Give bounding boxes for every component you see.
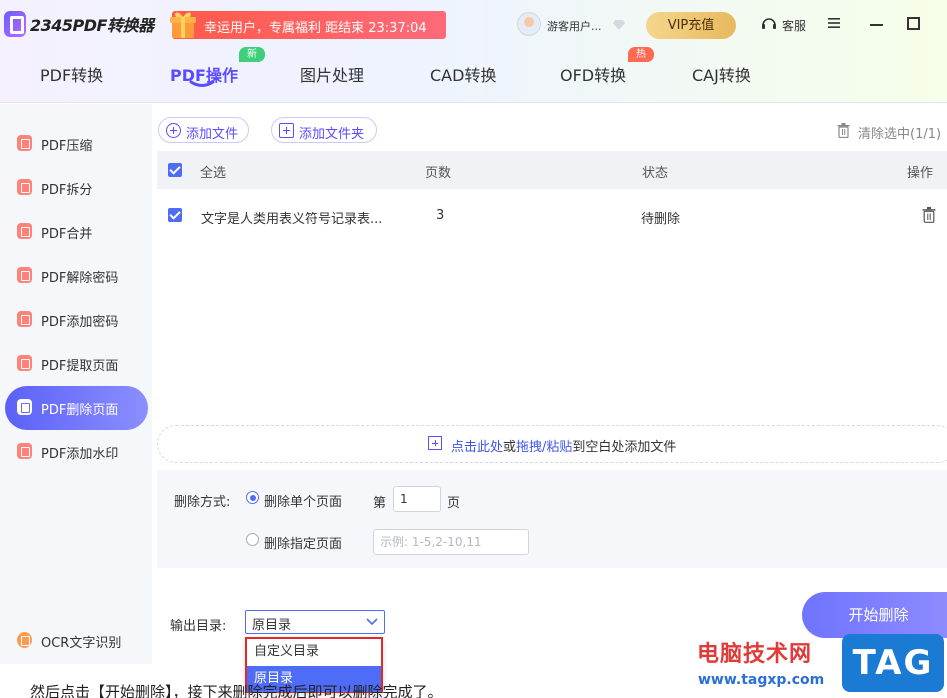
merge-icon	[17, 223, 32, 239]
file-table-header	[157, 151, 947, 189]
drop-zone-or: 或	[503, 440, 517, 455]
tab-cad-convert[interactable]: CAD转换	[430, 62, 496, 86]
start-delete-button[interactable]: 开始删除	[802, 592, 947, 638]
vip-recharge-button[interactable]: VIP充值	[646, 12, 736, 39]
new-badge: 新	[239, 47, 265, 62]
drop-zone-suffix: 到空白处添加文件	[572, 440, 677, 455]
username[interactable]: 游客用户...	[547, 18, 602, 34]
status-column-header: 状态	[642, 166, 669, 181]
specific-pages-label[interactable]: 删除指定页面	[264, 533, 342, 552]
add-folder-button[interactable]: 添加文件夹	[271, 117, 377, 143]
tab-pdf-convert[interactable]: PDF转换	[40, 62, 103, 86]
sidebar-item-label: PDF删除页面	[41, 403, 119, 418]
sidebar-item-ocr[interactable]: OCR文字识别	[5, 619, 148, 663]
select-all-checkbox[interactable]	[168, 163, 182, 177]
plus-circle-icon	[166, 123, 181, 138]
ocr-icon	[17, 632, 32, 648]
sidebar-item-label: PDF添加密码	[41, 315, 119, 330]
plus-square-icon[interactable]	[428, 436, 442, 450]
tab-image-processing[interactable]: 图片处理	[300, 62, 364, 86]
add-folder-label: 添加文件夹	[299, 127, 365, 142]
folder-plus-icon	[279, 123, 294, 138]
hot-badge: 热	[628, 47, 654, 62]
sidebar-item-label: OCR文字识别	[41, 636, 122, 651]
split-icon	[17, 179, 32, 195]
page-suffix-label: 页	[447, 496, 461, 511]
page-range-input[interactable]	[373, 529, 529, 555]
menu-icon[interactable]	[827, 16, 841, 30]
compress-icon	[17, 135, 32, 151]
gift-icon	[170, 12, 196, 38]
sidebar-item-remove-password[interactable]: PDF解除密码	[5, 254, 148, 298]
output-dir-label: 输出目录:	[170, 619, 227, 634]
watermark-url: www.tagxp.com	[698, 672, 825, 688]
sidebar-item-add-watermark[interactable]: PDF添加水印	[5, 430, 148, 474]
minimize-icon[interactable]	[870, 24, 883, 26]
single-page-radio[interactable]	[246, 491, 259, 504]
single-page-label[interactable]: 删除单个页面	[264, 491, 342, 510]
headset-icon[interactable]	[760, 15, 778, 33]
drop-zone-text[interactable]: 点击此处或拖拽/粘贴到空白处添加文件	[451, 436, 676, 455]
sidebar-item-label: PDF提取页面	[41, 359, 119, 374]
delete-options-panel	[157, 470, 947, 568]
tab-caj-convert[interactable]: CAJ转换	[692, 62, 751, 86]
select-all-label[interactable]: 全选	[200, 162, 226, 181]
extract-icon	[17, 355, 32, 371]
service-label[interactable]: 客服	[782, 17, 806, 34]
click-here-link[interactable]: 点击此处	[451, 440, 503, 455]
tab-ofd-convert[interactable]: OFD转换	[560, 62, 626, 86]
tutorial-caption: 然后点击【开始删除】，接下来删除完成后即可以删除完成了。	[30, 683, 443, 698]
sidebar-item-label: PDF压缩	[41, 139, 93, 154]
trash-icon[interactable]	[837, 123, 850, 138]
chevron-down-icon[interactable]	[366, 616, 378, 626]
sidebar-item-compress[interactable]: PDF压缩	[5, 122, 148, 166]
promo-banner[interactable]: 幸运用户，专属福利 距结束 23:37:04	[170, 11, 446, 39]
lock-icon	[17, 311, 32, 327]
output-dir-value[interactable]: 原目录	[252, 614, 291, 633]
watermark-icon	[17, 443, 32, 459]
pages-column-header: 页数	[425, 166, 452, 181]
specific-pages-radio[interactable]	[246, 533, 259, 546]
actions-column-header: 操作	[907, 166, 934, 181]
promo-text: 幸运用户，专属福利 距结束 23:37:04	[204, 21, 427, 36]
app-logo-icon	[4, 11, 26, 37]
trash-icon	[17, 399, 32, 415]
maximize-icon[interactable]	[907, 17, 920, 30]
page-number-input[interactable]	[393, 486, 441, 512]
file-name: 文字是人类用表义符号记录表...	[201, 212, 383, 227]
trash-icon[interactable]	[922, 207, 936, 223]
clear-selected-button[interactable]: 清除选中(1/1)	[858, 123, 941, 142]
dropdown-option-custom[interactable]: 自定义目录	[247, 639, 381, 665]
file-pages: 3	[436, 208, 445, 223]
delete-mode-label: 删除方式:	[174, 495, 231, 510]
app-logo-text: 2345PDF转换器	[30, 16, 154, 35]
sidebar-item-delete-pages[interactable]: PDF删除页面	[5, 386, 148, 430]
sidebar-item-label: PDF拆分	[41, 183, 93, 198]
watermark-tag-logo: TAG	[842, 634, 944, 692]
drag-paste-link[interactable]: 拖拽/粘贴	[516, 440, 572, 455]
avatar[interactable]	[517, 12, 541, 36]
watermark-site-name: 电脑技术网	[697, 642, 813, 667]
sidebar-item-merge[interactable]: PDF合并	[5, 210, 148, 254]
sidebar-item-extract-pages[interactable]: PDF提取页面	[5, 342, 148, 386]
sidebar-item-label: PDF解除密码	[41, 271, 119, 286]
active-tab-indicator	[189, 80, 215, 87]
page-prefix-label: 第	[373, 496, 387, 511]
add-file-label: 添加文件	[186, 127, 239, 142]
sidebar-item-label: PDF合并	[41, 227, 93, 242]
sidebar-item-add-password[interactable]: PDF添加密码	[5, 298, 148, 342]
diamond-icon	[613, 20, 625, 30]
add-file-button[interactable]: 添加文件	[158, 117, 249, 143]
file-status: 待删除	[641, 212, 681, 227]
row-checkbox[interactable]	[168, 208, 182, 222]
unlock-icon	[17, 267, 32, 283]
sidebar-item-label: PDF添加水印	[41, 447, 119, 462]
sidebar-item-split[interactable]: PDF拆分	[5, 166, 148, 210]
